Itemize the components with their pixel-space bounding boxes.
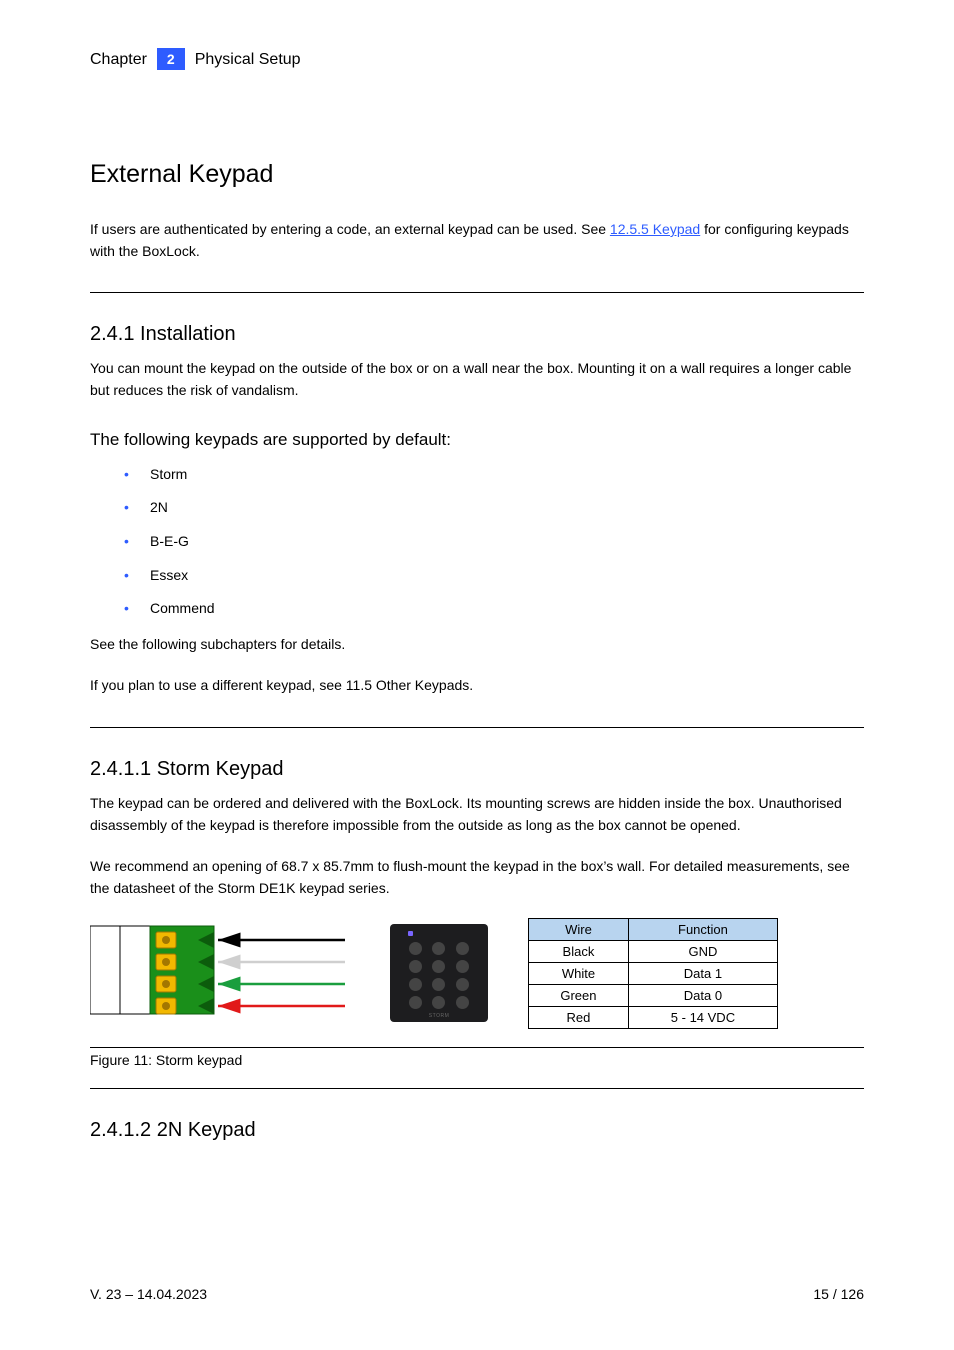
keypad-key-icon	[456, 996, 469, 1009]
keypad-key-icon	[432, 996, 445, 1009]
supported-list-intro: The following keypads are supported by d…	[90, 430, 864, 450]
divider	[90, 292, 864, 293]
terminal-connector-diagram	[90, 918, 350, 1028]
keypad-key-icon	[456, 960, 469, 973]
table-row: White Data 1	[529, 962, 778, 984]
table-row: Green Data 0	[529, 984, 778, 1006]
install-other-keypads: If you plan to use a different keypad, s…	[90, 675, 864, 697]
terminal-screw-icon	[156, 976, 176, 992]
divider	[90, 1047, 864, 1048]
table-header-function: Function	[628, 918, 777, 940]
keypad-brand-label: STORM	[408, 1013, 470, 1019]
terminal-screw-icon	[156, 954, 176, 970]
page-title: External Keypad	[90, 160, 864, 189]
cell-wire: Red	[529, 1006, 629, 1028]
supported-keypad-list: Storm 2N B-E-G Essex Commend	[150, 458, 864, 626]
cell-function: 5 - 14 VDC	[628, 1006, 777, 1028]
keypad-led-icon	[408, 931, 413, 936]
keypad-key-icon	[432, 978, 445, 991]
terminal-screw-icon	[156, 932, 176, 948]
list-item: B-E-G	[150, 525, 864, 559]
heading-2n-keypad: 2.4.1.2 2N Keypad	[90, 1119, 864, 1142]
table-header-wire: Wire	[529, 918, 629, 940]
install-followup: See the following subchapters for detail…	[90, 634, 864, 656]
heading-installation: 2.4.1 Installation	[90, 323, 864, 346]
chapter-title: Physical Setup	[195, 51, 301, 69]
wire-function-table: Wire Function Black GND White Data 1 Gre…	[528, 918, 778, 1029]
list-item: Essex	[150, 559, 864, 593]
keypad-key-icon	[409, 942, 422, 955]
chapter-label: Chapter	[90, 51, 147, 69]
intro-text-pre: If users are authenticated by entering a…	[90, 221, 610, 237]
figure-caption: Figure 11: Storm keypad	[90, 1052, 864, 1068]
footer-page-number: 15 / 126	[813, 1286, 864, 1302]
page-header: Chapter 2 Physical Setup	[90, 48, 864, 70]
keypad-key-icon	[456, 942, 469, 955]
cell-function: GND	[628, 940, 777, 962]
keypad-key-icon	[456, 978, 469, 991]
table-row: Red 5 - 14 VDC	[529, 1006, 778, 1028]
footer-revision: V. 23 – 14.04.2023	[90, 1286, 207, 1302]
divider	[90, 727, 864, 728]
storm-paragraph-1: The keypad can be ordered and delivered …	[90, 793, 864, 836]
storm-paragraph-2: We recommend an opening of 68.7 x 85.7mm…	[90, 856, 864, 899]
list-item: Storm	[150, 458, 864, 492]
page-footer: V. 23 – 14.04.2023 15 / 126	[90, 1286, 864, 1302]
wiring-figure: STORM Wire Function Black GND White Data…	[90, 918, 864, 1029]
install-paragraph: You can mount the keypad on the outside …	[90, 358, 864, 401]
cell-wire: Black	[529, 940, 629, 962]
intro-paragraph: If users are authenticated by entering a…	[90, 219, 864, 262]
list-item: Commend	[150, 592, 864, 626]
keypad-key-icon	[409, 960, 422, 973]
table-row: Black GND	[529, 940, 778, 962]
divider	[90, 1088, 864, 1089]
chapter-number-badge: 2	[157, 48, 185, 70]
heading-storm-keypad: 2.4.1.1 Storm Keypad	[90, 758, 864, 781]
keypad-key-icon	[432, 942, 445, 955]
cell-wire: White	[529, 962, 629, 984]
terminal-screw-icon	[156, 998, 176, 1014]
storm-keypad-image: STORM	[390, 924, 488, 1022]
keypad-config-link[interactable]: 12.5.5 Keypad	[610, 221, 700, 237]
cell-function: Data 0	[628, 984, 777, 1006]
keypad-key-icon	[409, 978, 422, 991]
cell-wire: Green	[529, 984, 629, 1006]
list-item: 2N	[150, 491, 864, 525]
cell-function: Data 1	[628, 962, 777, 984]
keypad-key-icon	[432, 960, 445, 973]
keypad-key-icon	[409, 996, 422, 1009]
